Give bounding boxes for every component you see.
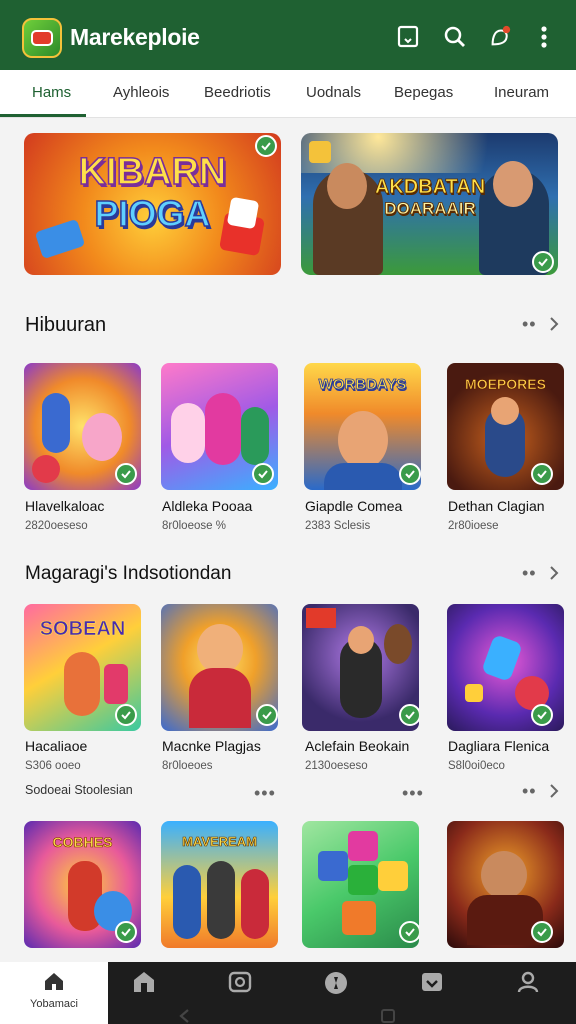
banner-1-title-line1: KIBARN — [78, 151, 227, 193]
game-tile[interactable]: MOEPORES — [447, 363, 564, 490]
tile-art-title: SOBEAN — [39, 618, 126, 641]
section-more[interactable]: •• — [522, 314, 559, 334]
game-name[interactable]: Dethan Clagian — [448, 498, 545, 514]
game-tile[interactable] — [24, 363, 141, 490]
verified-badge-icon — [115, 921, 137, 943]
featured-banner-1[interactable]: KIBARN PIOGA — [24, 133, 281, 275]
verified-badge-icon — [531, 704, 553, 726]
verified-badge-icon — [115, 704, 137, 726]
notification-icon[interactable] — [488, 24, 512, 50]
more-vert-icon[interactable] — [532, 24, 556, 50]
system-nav-bar — [0, 1000, 576, 1024]
verified-badge-icon — [399, 463, 421, 485]
more-dots-icon: •• — [522, 314, 537, 334]
chevron-right-icon — [549, 566, 559, 580]
game-tile[interactable] — [161, 363, 278, 490]
compass-icon — [325, 972, 347, 994]
banner-2-title-line1: AKDBATAN — [374, 176, 486, 198]
chevron-right-icon — [549, 784, 559, 798]
game-meta: 2820oeseso — [25, 520, 88, 532]
tile-art-title: MAVEREAM — [182, 834, 257, 849]
banner-1-title-line2: PIOGA — [94, 193, 212, 234]
profile-icon — [517, 971, 539, 993]
verified-badge-icon — [532, 251, 554, 273]
verified-badge-icon — [531, 463, 553, 485]
section-title-magaragis: Magaragi's Indsotiondan — [25, 563, 232, 584]
more-dots-icon: •• — [522, 781, 537, 801]
wallet-icon — [422, 973, 442, 991]
game-meta: 8r0loeoes — [162, 760, 213, 772]
verified-badge-icon — [256, 704, 278, 726]
app-title: Marekeploie — [70, 24, 200, 50]
section-more[interactable]: •• — [522, 563, 559, 583]
game-meta: S8l0oi0eco — [448, 760, 505, 772]
verified-badge-icon — [115, 463, 137, 485]
tab-beedriotis[interactable]: Beedriotis — [204, 84, 271, 101]
section-subtitle: Sodoeai Stoolesian — [25, 783, 133, 797]
game-name[interactable]: Aldleka Pooaa — [162, 498, 252, 514]
more-dots-icon[interactable]: ••• — [254, 784, 276, 802]
more-dots-icon[interactable]: ••• — [402, 784, 424, 802]
game-tile[interactable] — [447, 821, 564, 948]
verified-badge-icon — [252, 463, 274, 485]
game-name[interactable]: Hlavelkaloac — [25, 498, 104, 514]
game-tile[interactable]: MAVEREAM — [161, 821, 278, 948]
tile-art-title: WORBDAYS — [318, 376, 407, 393]
store-icon — [134, 972, 154, 992]
back-icon[interactable] — [178, 1008, 192, 1024]
verified-badge-icon — [531, 921, 553, 943]
tile-art-title: COBHES — [52, 834, 113, 850]
game-meta: S306 ooeo — [25, 760, 81, 772]
game-name[interactable]: Giapdle Comea — [305, 498, 402, 514]
tile-art-title: MOEPORES — [465, 376, 547, 392]
game-tile[interactable]: WORBDAYS — [304, 363, 421, 490]
recents-icon[interactable] — [380, 1008, 396, 1024]
category-tabs: Hams Ayhleois Beedriotis Uodnals Bepegas… — [0, 70, 576, 118]
game-name[interactable]: Dagliara Flenica — [448, 738, 549, 754]
verified-badge-icon — [399, 921, 419, 943]
tab-ayhleois[interactable]: Ayhleois — [113, 84, 169, 101]
banner-2-title-line2: DOARAAIR — [384, 199, 476, 218]
tab-indicator — [0, 114, 86, 117]
app-logo[interactable] — [22, 18, 62, 58]
game-tile[interactable] — [302, 604, 419, 731]
tab-bepegas[interactable]: Bepegas — [394, 84, 453, 101]
game-meta: 2r80ioese — [448, 520, 499, 532]
section-more[interactable]: •• — [522, 781, 559, 801]
more-dots-icon: •• — [522, 563, 537, 583]
tab-ineuram[interactable]: Ineuram — [494, 84, 549, 101]
chevron-right-icon — [549, 317, 559, 331]
app-bar: Marekeploie — [0, 0, 576, 70]
home-icon — [45, 973, 63, 990]
game-meta: 2130oeseso — [305, 760, 368, 772]
game-meta: 2383 Sclesis — [305, 520, 371, 532]
verified-badge-icon — [255, 135, 277, 157]
cast-icon[interactable] — [396, 24, 420, 50]
game-tile[interactable] — [447, 604, 564, 731]
game-meta: 8r0loeose % — [162, 520, 226, 532]
search-icon[interactable] — [443, 24, 467, 50]
section-title-hibuuran: Hibuuran — [25, 314, 107, 336]
game-tile[interactable]: COBHES — [24, 821, 141, 948]
verified-badge-icon — [399, 704, 419, 726]
game-name[interactable]: Macnke Plagjas — [162, 738, 261, 754]
tab-uodnals[interactable]: Uodnals — [306, 84, 361, 101]
featured-banner-2[interactable]: AKDBATAN DOARAAIR — [301, 133, 558, 275]
game-name[interactable]: Hacaliaoe — [25, 738, 87, 754]
games-icon — [228, 971, 252, 993]
game-tile[interactable] — [161, 604, 278, 731]
game-tile[interactable]: SOBEAN — [24, 604, 141, 731]
game-name[interactable]: Aclefain Beokain — [305, 738, 409, 754]
game-tile[interactable] — [302, 821, 419, 948]
tab-hams[interactable]: Hams — [32, 84, 71, 101]
